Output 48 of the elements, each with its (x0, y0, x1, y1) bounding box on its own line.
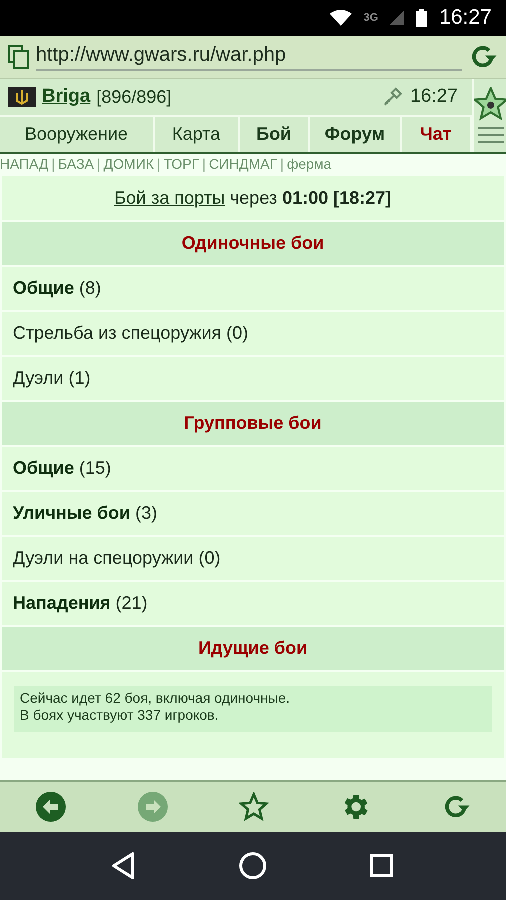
signal-icon (390, 11, 404, 25)
nav-tab[interactable]: Вооружение (0, 117, 155, 152)
separator: | (97, 156, 101, 172)
section-title: Идущие бои (2, 627, 504, 672)
nav-tab[interactable]: Карта (155, 117, 240, 152)
quick-link[interactable]: ферма (287, 156, 332, 172)
quick-link[interactable]: ДОМИК (104, 156, 154, 172)
star-button[interactable] (239, 792, 269, 822)
info-text: Сейчас идет 62 боя, включая одиночные. (20, 690, 291, 707)
battle-time: 01:00 [18:27] (282, 188, 392, 208)
quick-link[interactable]: СИНДМАГ (209, 156, 278, 172)
separator: | (157, 156, 161, 172)
announcement-text: через (230, 188, 278, 208)
battle-link[interactable]: Бой за порты (114, 188, 226, 208)
battle-category[interactable]: Общие (15) (2, 447, 504, 492)
back-icon[interactable] (112, 852, 136, 880)
recents-icon[interactable] (370, 854, 394, 878)
quick-link[interactable]: БАЗА (58, 156, 94, 172)
emblem-icon (8, 87, 36, 107)
username-link[interactable]: Briga (42, 86, 91, 108)
battle-category[interactable]: Стрельба из спецоружия (0) (2, 312, 504, 357)
nav-tab[interactable]: Чат (402, 117, 472, 152)
separator: | (280, 156, 284, 172)
nav-tab[interactable]: Бой (240, 117, 310, 152)
nav-tab[interactable]: Форум (310, 117, 402, 152)
wifi-icon (330, 10, 352, 26)
section-title: Одиночные бои (2, 222, 504, 267)
server-time: 16:27 (410, 86, 458, 108)
battle-category[interactable]: Дуэли на спецоружии (0) (2, 537, 504, 582)
battery-icon (416, 9, 428, 27)
quick-link[interactable]: ТОРГ (164, 156, 200, 172)
separator: | (52, 156, 56, 172)
tabs-icon[interactable] (8, 45, 30, 69)
home-icon[interactable] (238, 852, 267, 880)
star-badge-icon[interactable] (474, 87, 506, 122)
back-button[interactable] (35, 791, 67, 823)
network-type: 3G (364, 12, 378, 24)
quick-link[interactable]: НАПАД (0, 156, 49, 172)
health-points: [896/896] (96, 86, 173, 108)
battle-category[interactable]: Общие (8) (2, 267, 504, 312)
star-icon (239, 792, 269, 822)
separator: | (202, 156, 206, 172)
section-title: Групповые бои (2, 402, 504, 447)
info-text: В боях участвуют 337 игроков. (20, 707, 220, 724)
key-icon (382, 86, 404, 108)
clock: 16:27 (439, 6, 492, 30)
battle-category[interactable]: Уличные бои (3) (2, 492, 504, 537)
menu-icon[interactable] (478, 126, 504, 144)
